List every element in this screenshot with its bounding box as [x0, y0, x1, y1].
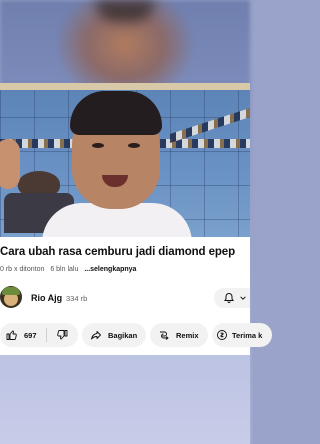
subscriber-count: 334 rb	[66, 294, 88, 303]
like-divider	[45, 328, 47, 342]
thumbs-up-icon[interactable]	[6, 329, 18, 341]
blurred-background-bottom	[0, 355, 250, 444]
video-player[interactable]	[0, 83, 250, 237]
video-ceiling	[0, 83, 250, 90]
channel-avatar[interactable]	[0, 286, 22, 308]
like-dislike-group: 697	[0, 323, 78, 347]
remix-button[interactable]: Remix	[150, 323, 208, 347]
video-title[interactable]: Cara ubah rasa cemburu jadi diamond epep	[0, 246, 250, 258]
video-person-eye-left	[92, 143, 104, 148]
share-label: Bagikan	[108, 330, 138, 340]
super-thanks-label: Terima k	[232, 330, 263, 340]
video-info-panel: Cara ubah rasa cemburu jadi diamond epep…	[0, 237, 272, 355]
remix-label: Remix	[176, 330, 199, 340]
video-person-eye-right	[128, 143, 140, 148]
like-count[interactable]: 697	[24, 331, 37, 340]
channel-name[interactable]: Rio Ajg	[31, 293, 62, 303]
super-thanks-icon	[217, 330, 227, 340]
video-meta[interactable]: 0 rb x ditonton 6 bln lalu ...selengkapn…	[0, 266, 250, 273]
share-button[interactable]: Bagikan	[82, 323, 146, 347]
super-thanks-button[interactable]: Terima k	[212, 323, 272, 347]
chevron-down-icon	[240, 296, 246, 300]
view-count: 0 rb x ditonton	[0, 266, 45, 273]
share-arrow-icon	[91, 331, 101, 340]
show-more-link[interactable]: ...selengkapnya	[84, 266, 136, 273]
video-person-hand	[0, 139, 20, 189]
bell-icon	[224, 292, 234, 303]
upload-age: 6 bln lalu	[50, 266, 79, 273]
thumbs-down-icon[interactable]	[56, 329, 68, 341]
action-bar: 697 Bagikan Remix Terima k	[0, 323, 272, 347]
remix-icon	[160, 331, 169, 340]
avatar-hat	[2, 287, 20, 295]
video-person-hair	[70, 91, 162, 135]
notification-bell-button[interactable]	[214, 288, 250, 308]
